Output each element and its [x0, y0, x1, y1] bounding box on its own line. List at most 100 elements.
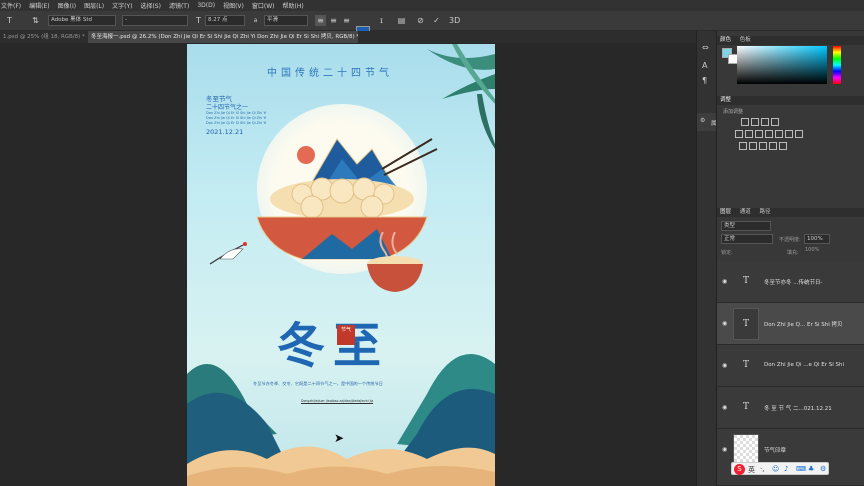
poster-pinyin-2: Don Zhi Jie Qi Er Si Shi Jie Qi Zhi Yi: [206, 116, 267, 120]
invert-adjust-icon[interactable]: [739, 142, 747, 150]
ime-keyboard-icon[interactable]: ⌨: [796, 465, 806, 473]
text-tool-icon[interactable]: T: [4, 15, 15, 26]
ime-mic-icon[interactable]: ♪: [784, 465, 788, 473]
ime-skin-icon[interactable]: ♣: [808, 465, 814, 473]
color-lookup-adjust-icon[interactable]: [795, 130, 803, 138]
tab-color[interactable]: 颜色: [720, 37, 731, 43]
ime-punct-icon[interactable]: ·,: [760, 465, 764, 473]
ime-tools-icon[interactable]: ⚙: [820, 465, 826, 473]
menu-image[interactable]: 图像(I): [58, 1, 76, 10]
layer-row-selected[interactable]: ◉ T Don Zhi Jie Q... Er Si Shi 拷贝: [717, 303, 864, 345]
visibility-eye-icon[interactable]: ◉: [722, 362, 729, 369]
tab-swatches[interactable]: 色板: [740, 37, 751, 43]
visibility-eye-icon[interactable]: ◉: [722, 320, 729, 327]
right-panels: 颜色 色板 调整 添加调整 图层 通道 路径 类型 正常 不透明度: 100% …: [716, 31, 864, 486]
fill-label: 填充:: [787, 250, 799, 256]
3d-icon[interactable]: 3D: [449, 15, 460, 26]
fill-value[interactable]: 100%: [805, 247, 819, 253]
menu-type[interactable]: 文字(Y): [112, 1, 132, 10]
sogou-logo-icon[interactable]: S: [734, 464, 745, 475]
menu-layer[interactable]: 图层(L): [84, 1, 104, 10]
layer-row[interactable]: ◉ T Don Zhi Jie Qi ...e Qi Er Si Shi: [717, 345, 864, 387]
tab-channels[interactable]: 通道: [740, 209, 751, 215]
warp-text-icon[interactable]: ɪ: [376, 15, 387, 26]
layer-name: 冬 至 节 气 二...021.12.21: [764, 406, 832, 412]
layer-row[interactable]: ◉ T 冬至节亦冬 ...传统节日-: [717, 261, 864, 303]
layer-name: Don Zhi Jie Q... Er Si Shi 拷贝: [764, 322, 843, 328]
font-style-select[interactable]: -: [122, 15, 188, 26]
gradient-map-adjust-icon[interactable]: [769, 142, 777, 150]
posterize-adjust-icon[interactable]: [749, 142, 757, 150]
poster-date: 2021.12.21: [206, 128, 244, 136]
menu-view[interactable]: 视图(V): [223, 1, 244, 10]
character-panel-icon[interactable]: ▤: [396, 15, 407, 26]
adjust-subtitle: 添加调整: [723, 109, 744, 115]
layer-row[interactable]: ◉ T 冬 至 节 气 二...021.12.21: [717, 387, 864, 429]
vibrance-adjust-icon[interactable]: [735, 130, 743, 138]
paragraph-icon[interactable]: ¶: [702, 76, 707, 85]
opacity-label: 不透明度:: [779, 237, 801, 243]
channel-mixer-adjust-icon[interactable]: [785, 130, 793, 138]
toggle-orientation-icon[interactable]: ⇅: [30, 15, 41, 26]
hue-slider[interactable]: [833, 46, 841, 84]
levels-adjust-icon[interactable]: [751, 118, 759, 126]
tab-adjustments[interactable]: 调整: [720, 97, 731, 103]
ime-language[interactable]: 英: [748, 465, 755, 475]
photo-filter-adjust-icon[interactable]: [775, 130, 783, 138]
menu-select[interactable]: 选择(S): [140, 1, 161, 10]
font-family-select[interactable]: Adobe 黑体 Std: [48, 15, 116, 26]
menu-edit[interactable]: 编辑(E): [29, 1, 49, 10]
text-layer-icon: T: [733, 266, 759, 298]
text-layer-icon: T: [733, 308, 759, 340]
menu-filter[interactable]: 滤镜(T): [169, 1, 189, 10]
commit-icon[interactable]: ✓: [431, 15, 442, 26]
hue-sat-adjust-icon[interactable]: [745, 130, 753, 138]
bw-adjust-icon[interactable]: [765, 130, 773, 138]
cancel-icon[interactable]: ⊘: [415, 15, 426, 26]
poster-pinyin-1: Don Zhi Jie Qi Er Si Shi Jie Qi Zhi Yi: [206, 111, 267, 115]
layer-row[interactable]: ◉ 节气印章: [717, 429, 864, 486]
adjust-panel-tabs: 调整: [717, 96, 864, 105]
selective-color-adjust-icon[interactable]: [779, 142, 787, 150]
color-field[interactable]: [737, 46, 827, 84]
align-left-icon[interactable]: ≡: [315, 15, 326, 26]
menu-file[interactable]: 文件(F): [1, 1, 21, 10]
align-right-icon[interactable]: ≡: [341, 15, 352, 26]
exposure-adjust-icon[interactable]: [771, 118, 779, 126]
tab-document-active[interactable]: 冬至海报一.psd @ 26.2% (Don Zhi Jie Qi Er Si …: [88, 31, 358, 43]
poster-canvas[interactable]: 中国传统二十四节气 冬至节气 二十四节气之一 Don Zhi Jie Qi Er…: [187, 44, 495, 486]
menu-3d[interactable]: 3D(D): [197, 2, 215, 9]
history-icon[interactable]: ⇔: [702, 43, 709, 52]
poster-seal: 节气: [337, 325, 355, 345]
small-bowl: [365, 231, 425, 297]
layer-name: 节气印章: [764, 448, 787, 454]
ime-toolbar[interactable]: S 英 ·, ☺ ♪ ⌨ ♣ ⚙: [731, 462, 829, 475]
visibility-eye-icon[interactable]: ◉: [722, 278, 729, 285]
tab-paths[interactable]: 路径: [760, 209, 771, 215]
antialias-select[interactable]: 平滑: [264, 15, 308, 26]
brightness-adjust-icon[interactable]: [741, 118, 749, 126]
align-center-icon[interactable]: ≡: [328, 15, 339, 26]
layer-name: Don Zhi Jie Qi ...e Qi Er Si Shi: [764, 362, 844, 368]
visibility-eye-icon[interactable]: ◉: [722, 446, 729, 453]
menu-help[interactable]: 帮助(H): [283, 1, 304, 10]
font-size-field[interactable]: 8.27 点: [205, 15, 245, 26]
character-icon[interactable]: A: [702, 61, 707, 70]
color-balance-adjust-icon[interactable]: [755, 130, 763, 138]
menu-window[interactable]: 窗口(W): [252, 1, 275, 10]
blend-mode-select[interactable]: 正常: [721, 234, 773, 244]
visibility-eye-icon[interactable]: ◉: [722, 404, 729, 411]
lock-label: 锁定:: [721, 250, 733, 256]
poster-description-en[interactable]: Dongzhijiejiuer jieqibao zajidanjijiedaj…: [301, 399, 374, 404]
threshold-adjust-icon[interactable]: [759, 142, 767, 150]
tab-layers[interactable]: 图层: [720, 209, 731, 215]
tab-document-1[interactable]: 1.psd @ 25% (组 18, RGB/8) *: [0, 31, 88, 43]
opacity-field[interactable]: 100%: [804, 234, 830, 244]
poster-description: 冬至节亦冬季、交冬、它既是二十四节气之一，是中国的一个传统节日: [253, 381, 383, 386]
antialias-icon: a: [253, 17, 258, 24]
layer-name: 冬至节亦冬 ...传统节日-: [764, 280, 823, 286]
curves-adjust-icon[interactable]: [761, 118, 769, 126]
layers-panel-tabs: 图层 通道 路径: [717, 208, 864, 217]
ime-emoji-icon[interactable]: ☺: [772, 465, 779, 473]
layer-kind-filter[interactable]: 类型: [721, 221, 771, 231]
